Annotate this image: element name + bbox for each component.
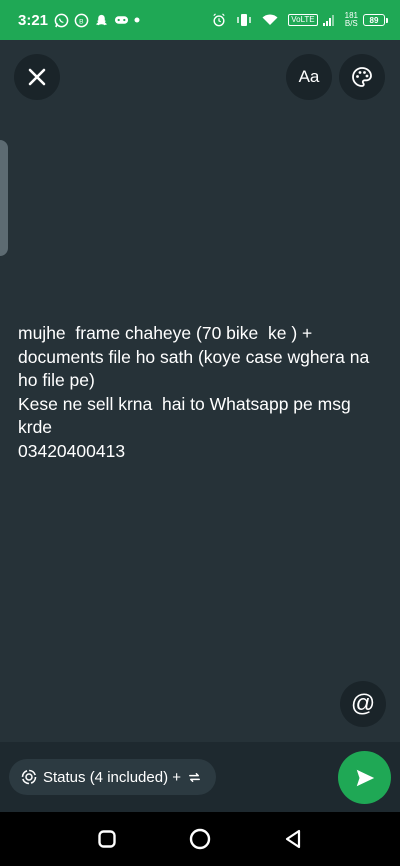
side-drawer-handle[interactable] [0,140,8,256]
status-text[interactable]: mujhe frame chaheye (70 bike ke ) + docu… [18,322,388,463]
font-style-button[interactable]: Aa [286,54,332,100]
game-controller-icon [114,14,129,26]
vibrate-icon [236,13,252,27]
triangle-back-icon [286,829,301,849]
whatsapp-business-icon: B [74,13,89,28]
alarm-icon [212,13,226,27]
repeat-icon [189,772,200,782]
status-bar: 3:21 B VoLTE 181 B/S 89 [0,0,400,40]
home-button[interactable] [180,819,220,859]
status-audience-button[interactable]: Status (4 included) + [9,759,216,795]
network-speed: 181 B/S [344,11,358,28]
whatsapp-icon [54,13,69,28]
circle-icon [189,828,211,850]
recents-button[interactable] [87,819,127,859]
status-audience-label: Status (4 included) + [43,768,181,786]
volte-indicator: VoLTE [288,14,318,26]
wifi-icon [262,14,278,26]
send-icon [356,769,374,786]
navigation-bar [0,812,400,866]
palette-icon [352,67,372,87]
dot-icon [134,17,140,23]
svg-text:B: B [79,18,84,25]
send-button[interactable] [338,751,391,804]
mention-button[interactable]: @ [340,681,386,727]
signal-icon [322,14,335,26]
status-ring-icon [21,769,37,785]
square-icon [97,830,116,848]
battery-icon: 89 [363,14,388,26]
close-icon [28,68,46,86]
color-palette-button[interactable] [339,54,385,100]
battery-level: 89 [363,14,385,26]
snapchat-icon [94,13,109,28]
clock: 3:21 [18,11,49,29]
back-button[interactable] [273,819,313,859]
close-button[interactable] [14,54,60,100]
